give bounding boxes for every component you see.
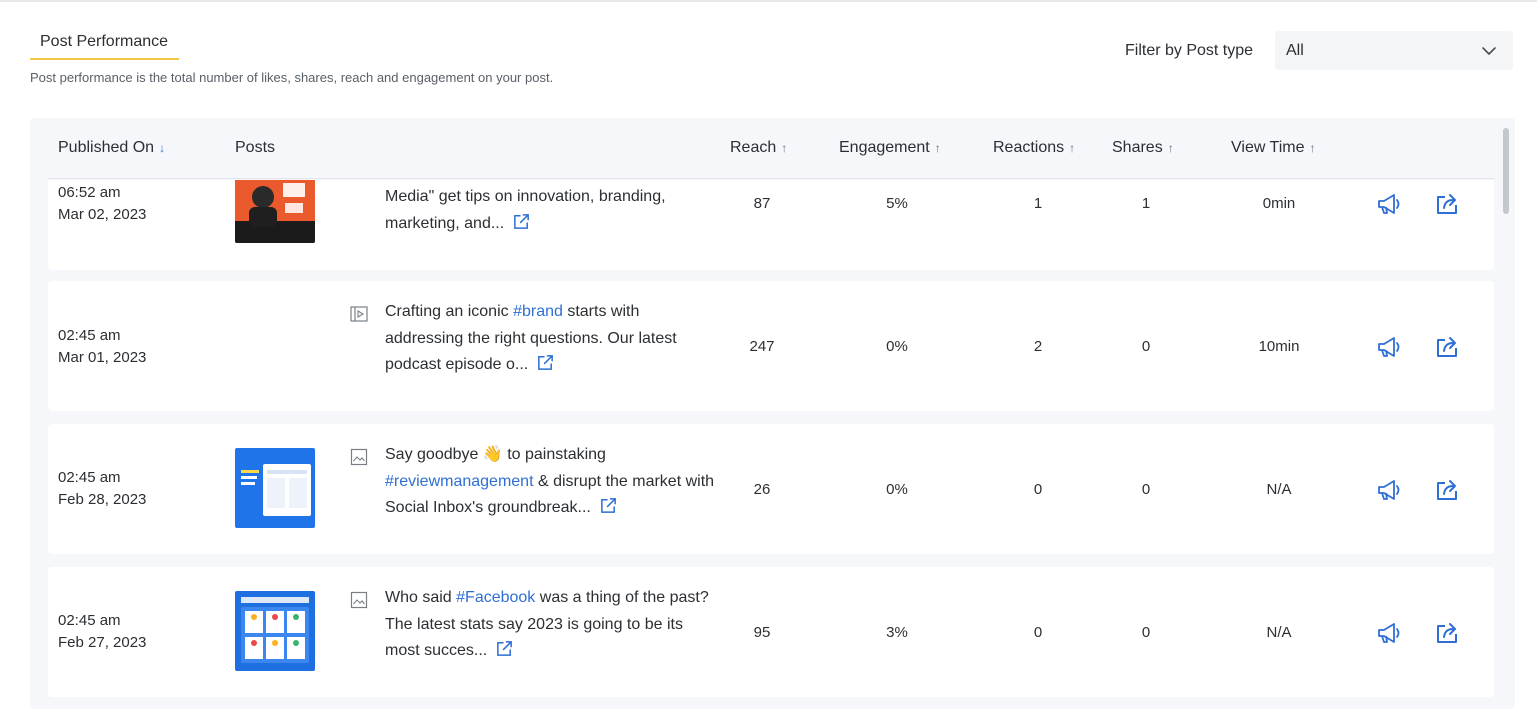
external-link-icon[interactable] [495,639,514,658]
reactions-value: 1 [1033,195,1043,212]
view-time-value: N/A [1266,624,1292,641]
video-icon [350,306,368,322]
post-thumbnail[interactable] [235,591,315,671]
post-thumbnail[interactable] [235,448,315,528]
post-text: Who said #Facebook was a thing of the pa… [385,589,709,659]
table-header: Published On ↓ Posts Reach ↑ Engagement ↑ R… [48,118,1494,179]
shares-value: 0 [1141,624,1151,641]
megaphone-icon[interactable] [1375,333,1403,361]
post-text: Media" get tips on innovation, branding,… [385,188,666,232]
table-row: 02:45 am Feb 28, 2023 Say goodbye 👋 to p… [48,424,1494,554]
megaphone-icon[interactable] [1375,476,1403,504]
engagement-value: 0% [886,338,908,355]
table-row: 02:45 am Feb 27, 2023 Who said #Facebook… [48,567,1494,697]
megaphone-icon[interactable] [1375,619,1403,647]
shares-value: 1 [1141,195,1151,212]
arrow-up-icon: ↑ [1069,141,1076,155]
table-body: 06:52 am Mar 02, 2023 Media" get tips on… [48,180,1494,709]
reach-value: 95 [753,624,771,641]
top-divider [0,0,1537,2]
column-reactions[interactable]: Reactions ↑ [993,139,1075,157]
table-row: 02:45 am Mar 01, 2023 Crafting an iconic… [48,281,1494,411]
published-datetime: 02:45 am Mar 01, 2023 [58,327,147,366]
tab-label: Post Performance [40,33,169,50]
share-icon[interactable] [1434,476,1462,504]
column-reach[interactable]: Reach ↑ [730,139,787,157]
share-icon[interactable] [1434,190,1462,218]
shares-value: 0 [1141,338,1151,355]
reactions-value: 2 [1033,338,1043,355]
external-link-icon[interactable] [599,496,618,515]
reactions-value: 0 [1033,481,1043,498]
engagement-value: 5% [886,195,908,212]
megaphone-icon[interactable] [1375,190,1403,218]
shares-value: 0 [1141,481,1151,498]
reach-value: 87 [753,195,771,212]
published-datetime: 02:45 am Feb 28, 2023 [58,469,147,508]
column-view-time[interactable]: View Time ↑ [1231,139,1316,157]
post-text: Crafting an iconic #brand starts with ad… [385,303,677,373]
reactions-value: 0 [1033,624,1043,641]
published-datetime: 06:52 am Mar 02, 2023 [58,184,147,223]
image-icon [350,591,368,609]
arrow-up-icon: ↑ [934,141,941,155]
external-link-icon[interactable] [512,212,531,231]
published-datetime: 02:45 am Feb 27, 2023 [58,612,147,651]
hashtag-link[interactable]: #Facebook [456,589,535,606]
arrow-down-icon: ↓ [159,141,166,155]
tab-post-performance[interactable]: Post Performance [30,28,179,60]
post-type-select[interactable]: All [1275,31,1513,70]
share-icon[interactable] [1434,333,1462,361]
engagement-value: 0% [886,481,908,498]
post-text: Say goodbye 👋 to painstaking #reviewmana… [385,446,715,516]
reach-value: 247 [749,338,775,355]
view-time-value: N/A [1266,481,1292,498]
post-thumbnail-image [235,591,315,671]
column-published-on[interactable]: Published On ↓ [58,139,165,157]
column-posts: Posts [235,139,276,156]
chevron-down-icon [1482,47,1496,55]
arrow-up-icon: ↑ [1309,141,1316,155]
external-link-icon[interactable] [536,353,555,372]
hashtag-link[interactable]: #brand [513,303,563,320]
hashtag-link[interactable]: #reviewmanagement [385,473,534,490]
image-icon [350,448,368,466]
arrow-up-icon: ↑ [1167,141,1174,155]
post-table: Published On ↓ Posts Reach ↑ Engagement ↑ R… [30,118,1515,709]
post-type-selected-value: All [1286,42,1304,59]
section-description: Post performance is the total number of … [30,70,554,85]
view-time-value: 10min [1258,338,1300,355]
table-row: 06:52 am Mar 02, 2023 Media" get tips on… [48,180,1494,270]
post-thumbnail[interactable] [235,180,315,243]
scrollbar-thumb[interactable] [1503,128,1509,214]
column-shares[interactable]: Shares ↑ [1112,139,1174,157]
post-thumbnail-image [235,448,315,528]
view-time-value: 0min [1262,195,1296,212]
post-thumbnail-image [235,180,315,243]
share-icon[interactable] [1434,619,1462,647]
filter-label: Filter by Post type [1125,42,1254,59]
arrow-up-icon: ↑ [781,141,788,155]
reach-value: 26 [753,481,771,498]
column-engagement[interactable]: Engagement ↑ [839,139,941,157]
engagement-value: 3% [886,624,908,641]
